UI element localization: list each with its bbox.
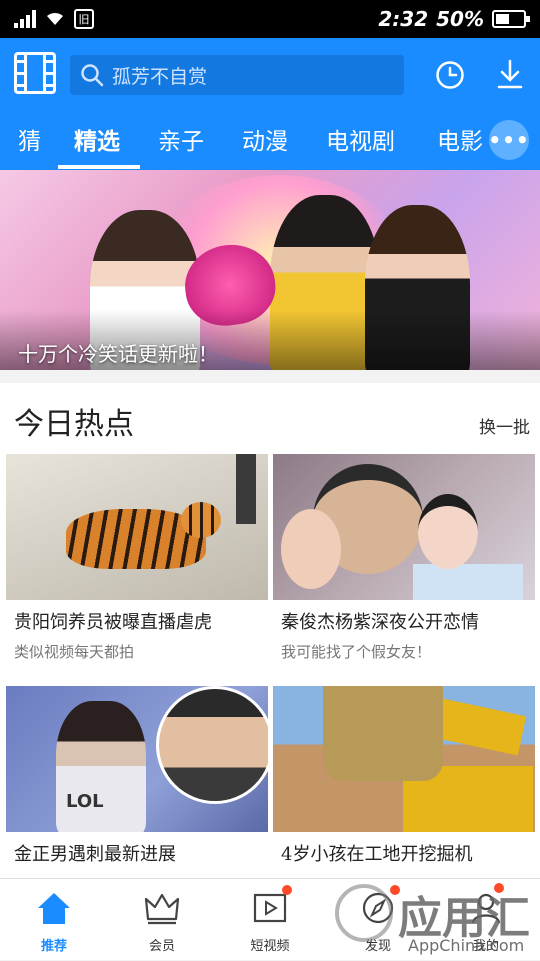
hot-today-section: 今日热点 换一批 贵阳饲养员被曝直播虐虎 类似视频每天都拍 秦俊杰杨紫深夜公开恋…: [0, 383, 540, 878]
tab-guess[interactable]: 猜: [18, 122, 41, 156]
status-time: 2:32: [378, 7, 429, 31]
video-card[interactable]: 贵阳饲养员被曝直播虐虎 类似视频每天都拍: [6, 454, 268, 662]
tab-featured[interactable]: 精选: [74, 122, 120, 156]
signal-icon: [14, 10, 36, 28]
download-icon[interactable]: [495, 58, 525, 90]
video-title: 贵阳饲养员被曝直播虐虎: [14, 612, 212, 633]
notification-dot: [282, 885, 292, 895]
refresh-batch-button[interactable]: 换一批: [479, 413, 530, 438]
film-logo-icon[interactable]: [14, 52, 56, 94]
nav-vip[interactable]: 会员: [108, 879, 216, 961]
search-placeholder: 孤芳不自赏: [112, 65, 208, 88]
video-title: 秦俊杰杨紫深夜公开恋情: [281, 612, 479, 633]
nav-recommend[interactable]: 推荐: [0, 879, 108, 961]
video-title: 金正男遇刺最新进展: [14, 844, 176, 865]
hero-banner[interactable]: 十万个冷笑话更新啦！: [0, 170, 540, 370]
tab-movies[interactable]: 电影: [437, 122, 485, 156]
video-thumbnail: [273, 686, 535, 832]
nav-label: 会员: [148, 939, 175, 954]
app-header: 孤芳不自赏 猜 精选 亲子 动漫 电视剧 电影 •••: [0, 38, 540, 170]
thumbnail-inset-portrait: [156, 686, 268, 804]
video-thumbnail: [273, 454, 535, 600]
status-right: 2:32 50%: [378, 7, 530, 31]
sim-icon: 旧: [74, 9, 94, 29]
tab-kids[interactable]: 亲子: [158, 122, 204, 156]
banner-caption: 十万个冷笑话更新啦！: [18, 342, 218, 366]
header-top-row: 孤芳不自赏: [0, 38, 540, 112]
status-bar: 旧 2:32 50%: [0, 0, 540, 38]
section-title: 今日热点: [14, 407, 134, 442]
battery-percent: 50%: [436, 7, 484, 31]
tab-tv-series[interactable]: 电视剧: [326, 122, 395, 156]
status-left: 旧: [14, 8, 94, 30]
nav-short-video[interactable]: 短视频: [216, 879, 324, 961]
tab-anime[interactable]: 动漫: [242, 122, 288, 156]
video-card[interactable]: 4岁小孩在工地开挖掘机: [273, 686, 535, 866]
nav-label: 推荐: [40, 939, 67, 954]
video-subtitle: 类似视频每天都拍: [14, 643, 135, 661]
video-subtitle: 我可能找了个假女友！: [281, 643, 432, 661]
search-input[interactable]: 孤芳不自赏: [70, 55, 404, 95]
thumbnail-shirt-text: LOL: [66, 791, 104, 812]
watermark-url: AppChina.com: [408, 936, 525, 955]
play-icon: [253, 893, 287, 923]
video-thumbnail: [6, 454, 268, 600]
video-card[interactable]: LOL 金正男遇刺最新进展: [6, 686, 268, 866]
history-clock-icon[interactable]: [435, 60, 465, 90]
search-icon: [81, 64, 104, 87]
video-thumbnail: LOL: [6, 686, 268, 832]
battery-icon: [492, 10, 530, 28]
video-title: 4岁小孩在工地开挖掘机: [281, 844, 473, 865]
nav-label: 短视频: [250, 939, 290, 954]
watermark-logo-icon: [335, 884, 393, 942]
appchina-watermark: 应用汇 AppChina.com: [330, 878, 540, 960]
crown-icon: [144, 893, 180, 925]
wifi-icon: [44, 8, 66, 30]
video-card[interactable]: 秦俊杰杨紫深夜公开恋情 我可能找了个假女友！: [273, 454, 535, 662]
active-tab-indicator: [58, 165, 140, 169]
home-icon: [38, 893, 70, 924]
category-tabs: 猜 精选 亲子 动漫 电视剧 电影: [0, 112, 540, 170]
battery-fill: [496, 14, 509, 24]
more-tabs-button[interactable]: •••: [488, 120, 529, 160]
